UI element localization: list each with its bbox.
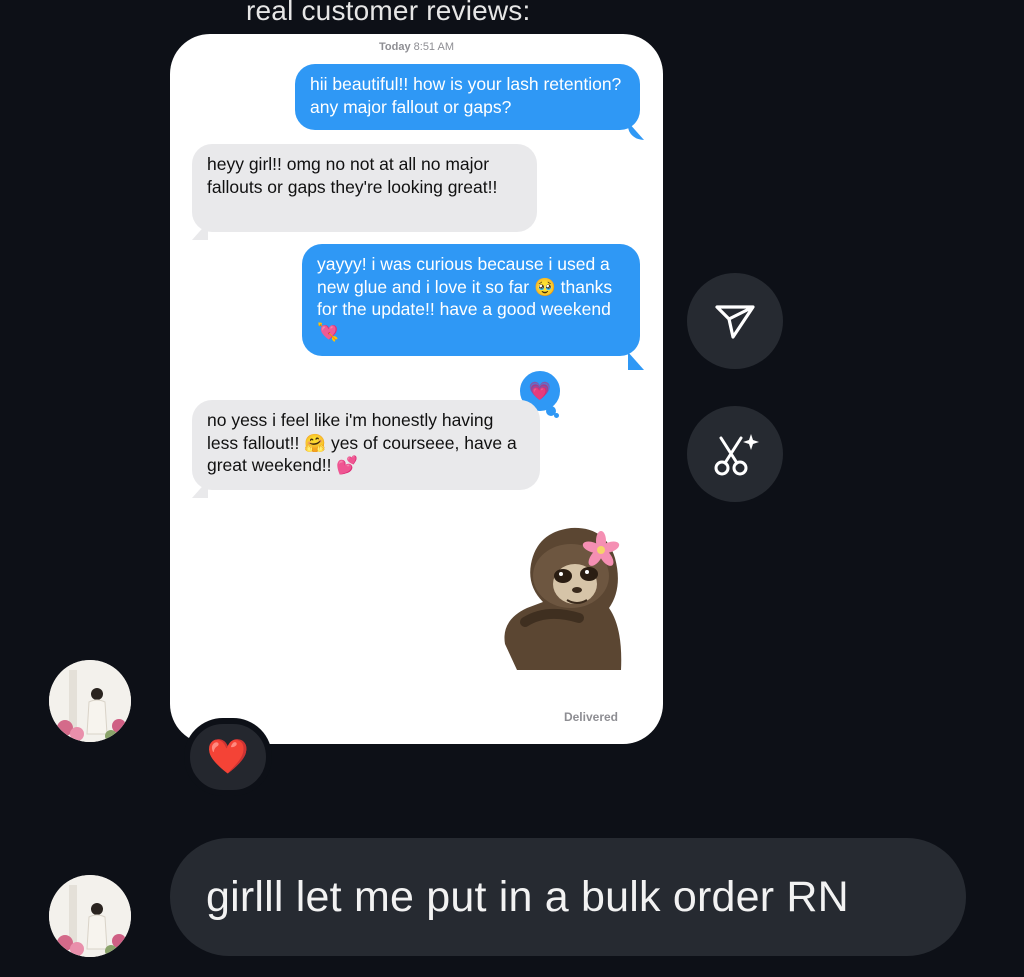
red-heart-emoji: ❤️ — [206, 738, 250, 776]
message-bubble-outgoing[interactable]: hii beautiful!! how is your lash retenti… — [295, 64, 640, 130]
message-screenshot[interactable]: Today 8:51 AM hii beautiful!! how is you… — [170, 34, 663, 744]
heart-arrow-emoji: 💘 — [317, 321, 339, 342]
profile-photo — [49, 660, 131, 742]
message-text: girlll let me put in a bulk order RN — [206, 872, 849, 921]
ai-scissors-icon — [714, 434, 759, 476]
avatar[interactable] — [49, 875, 131, 957]
timestamp: Today 8:51 AM — [379, 41, 454, 53]
ai-cutout-button[interactable] — [687, 406, 783, 502]
caption: real customer reviews: — [246, 0, 531, 26]
bubble-tail — [628, 352, 644, 370]
profile-photo — [49, 875, 131, 957]
message-bubble-outgoing[interactable]: yayyy! i was curious because i used a ne… — [302, 244, 640, 356]
sloth-sticker[interactable] — [497, 524, 627, 670]
two-hearts-emoji: 💕 — [336, 455, 359, 475]
tapback-dot — [554, 413, 559, 418]
delivered-status: Delivered — [563, 710, 618, 724]
message-bubble-incoming[interactable]: heyy girl!! omg no not at all no major f… — [192, 144, 537, 232]
message-bubble[interactable]: girlll let me put in a bulk order RN — [170, 838, 966, 956]
share-button[interactable] — [687, 273, 783, 369]
avatar[interactable] — [49, 660, 131, 742]
share-icon — [715, 305, 755, 339]
pleading-face-emoji: 🥹 — [533, 276, 556, 297]
hugging-face-emoji: 🤗 — [304, 432, 327, 453]
message-bubble-incoming[interactable]: no yess i feel like i'm honestly having … — [192, 400, 540, 490]
message-reaction[interactable]: ❤️ — [184, 718, 272, 796]
pink-heart-emoji: 💗 — [528, 381, 552, 401]
